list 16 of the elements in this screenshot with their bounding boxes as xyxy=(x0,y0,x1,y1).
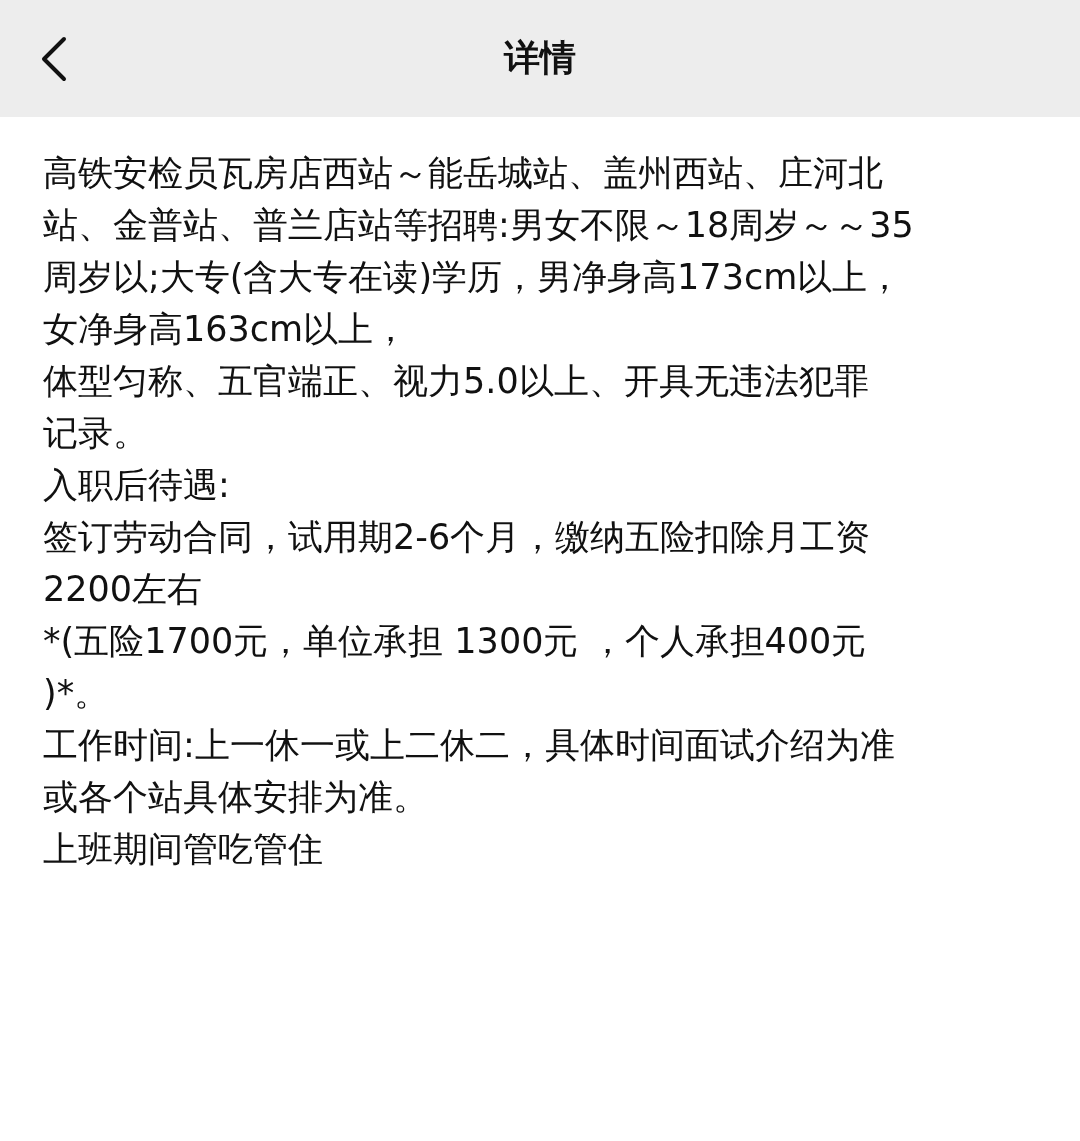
description-text: 入职后待遇: xyxy=(43,464,230,507)
description-text: 女净身高163cm以上， xyxy=(43,308,409,351)
description-text: 上班期间管吃管住 xyxy=(43,828,323,871)
description-text: 站、金普站、普兰店站等招聘:男女不限～18周岁～～35 xyxy=(43,204,914,247)
description-text: 签订劳动合同，试用期2-6个月，缴纳五险扣除月工资 xyxy=(43,516,871,559)
description-text: *(五险1700元，单位承担 1300元 ，个人承担400元 xyxy=(43,620,867,663)
description-text: 工作时间:上一休一或上二休二，具体时间面试介绍为准 xyxy=(43,724,895,767)
description-text: 体型匀称、五官端正、视力5.0以上、开具无违法犯罪 xyxy=(43,360,869,403)
description-text: 高铁安检员瓦房店西站～能岳城站、盖州西站、庄河北 xyxy=(43,152,883,195)
description-text: 2200左右 xyxy=(43,568,203,611)
description-text: )*。 xyxy=(43,672,110,715)
description-text: 记录。 xyxy=(43,412,148,455)
description-text: 或各个站具体安排为准。 xyxy=(43,776,428,819)
description-text: 周岁以;大专(含大专在读)学历，男净身高173cm以上， xyxy=(43,256,903,299)
page-title: 详情 xyxy=(504,36,576,80)
back-icon[interactable] xyxy=(40,36,68,82)
